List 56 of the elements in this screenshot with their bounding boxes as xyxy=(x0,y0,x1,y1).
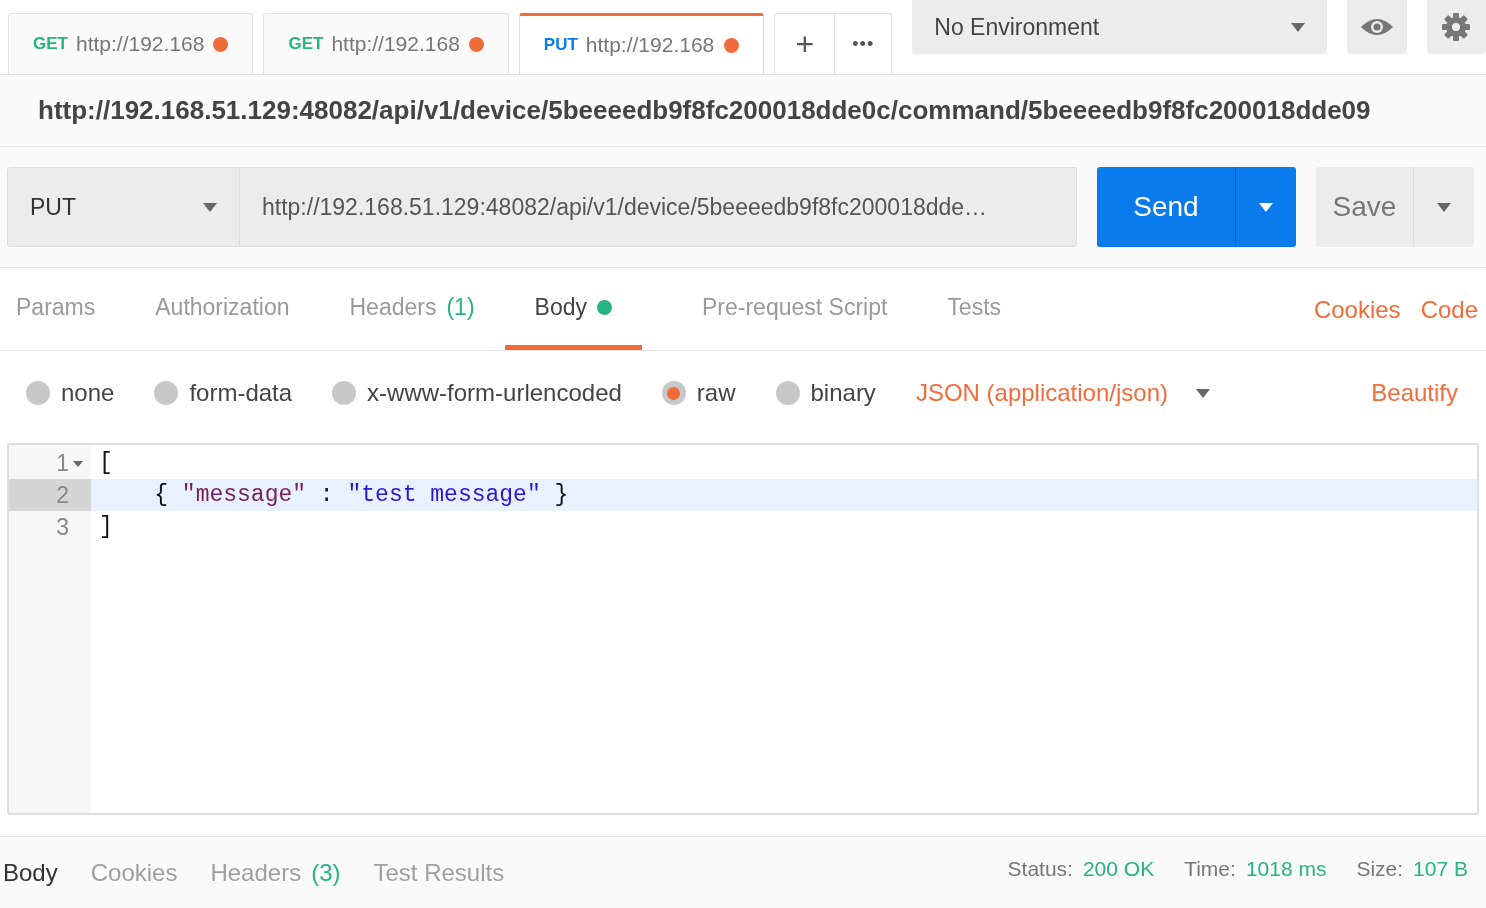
settings-icon xyxy=(1440,12,1471,42)
section-tab[interactable]: Body xyxy=(504,269,642,350)
line-number: 2 xyxy=(56,480,69,510)
status-value: 200 OK xyxy=(1082,855,1155,882)
response-tab[interactable]: Cookies xyxy=(90,854,178,891)
section-tab[interactable]: Authorization xyxy=(155,269,290,350)
request-tab[interactable]: GET http://192.168 xyxy=(263,13,509,74)
status-label: Time: xyxy=(1184,855,1236,882)
fold-caret-icon[interactable] xyxy=(73,460,83,467)
caret-icon xyxy=(1259,202,1273,212)
request-title: http://192.168.51.129:48082/api/v1/device/5beeeedb9f8fc200018dde0c/command/5beeeedb9f8fc200018dde09 xyxy=(38,94,1371,127)
eye-icon xyxy=(1360,17,1394,37)
beautify-link[interactable]: Beautify xyxy=(1371,375,1458,411)
code-editor[interactable]: 1 2 3 [ { "message" : "test message" } ] xyxy=(7,443,1479,815)
body-type-radio[interactable]: raw xyxy=(661,375,736,411)
send-button[interactable]: Send xyxy=(1097,167,1236,247)
status-label: Size: xyxy=(1356,855,1404,882)
response-tab[interactable]: Body xyxy=(3,854,58,891)
section-tab[interactable]: Tests xyxy=(947,269,1002,350)
tab-url: http://192.168 xyxy=(585,32,715,59)
more-tabs-button[interactable]: ••• xyxy=(835,14,892,74)
tab-url: http://192.168 xyxy=(75,31,205,58)
code-line: ] xyxy=(99,512,113,542)
caret-icon xyxy=(1196,388,1210,398)
response-tab[interactable]: Headers (3) xyxy=(210,854,341,891)
method-label: GET xyxy=(288,33,324,56)
body-type-radio[interactable]: form-data xyxy=(154,375,293,411)
request-tab[interactable]: GET http://192.168 xyxy=(8,13,254,74)
method-label: GET xyxy=(33,33,68,56)
code-line: [ xyxy=(99,448,113,478)
body-type-radio[interactable]: none xyxy=(26,375,115,411)
body-type-radio[interactable]: binary xyxy=(775,375,876,411)
format-select[interactable]: JSON (application/json) xyxy=(915,375,1210,411)
body-type-radio[interactable]: x-www-form-urlencoded xyxy=(332,375,622,411)
caret-icon xyxy=(1291,22,1306,32)
section-tab[interactable]: Headers (1) xyxy=(349,269,475,350)
new-tab-button[interactable]: + xyxy=(775,14,836,74)
request-tab[interactable]: PUT http://192.168 xyxy=(518,13,765,74)
environment-view-button[interactable] xyxy=(1347,0,1407,54)
line-number: 3 xyxy=(56,512,69,542)
settings-button[interactable] xyxy=(1426,0,1486,54)
header-link[interactable]: Code xyxy=(1420,291,1478,328)
status-value: 107 B xyxy=(1413,855,1468,882)
line-number: 1 xyxy=(56,448,69,478)
status-label: Status: xyxy=(1007,855,1073,882)
code-line: { "message" : "test message" } xyxy=(153,480,569,510)
environment-select[interactable]: No Environment xyxy=(912,0,1328,54)
section-tab[interactable]: Pre-request Script xyxy=(702,269,888,350)
response-tab[interactable]: Test Results xyxy=(373,854,505,891)
caret-icon xyxy=(1437,202,1451,212)
header-link[interactable]: Cookies xyxy=(1313,291,1401,328)
save-button[interactable]: Save xyxy=(1316,167,1414,247)
tab-url: http://192.168 xyxy=(331,31,460,58)
method-label: PUT xyxy=(543,34,578,57)
section-tab[interactable]: Params xyxy=(16,269,96,350)
status-value: 1018 ms xyxy=(1245,855,1327,882)
